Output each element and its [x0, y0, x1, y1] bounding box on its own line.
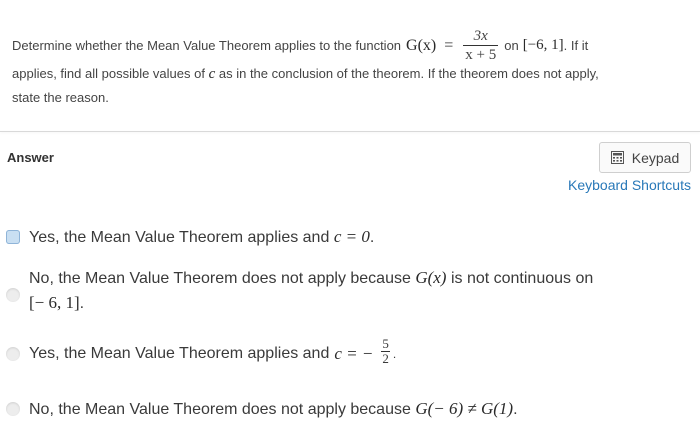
- option-2-label-after: is not continuous on: [450, 270, 594, 287]
- after-interval: . If it: [563, 37, 589, 53]
- section-divider: [0, 131, 700, 132]
- question-prefix: Determine whether the Mean Value Theorem…: [12, 37, 402, 53]
- answer-label: Answer: [7, 150, 54, 165]
- option-3-numerator: 5: [382, 336, 389, 351]
- option-4-math: G(− 6) ≠ G(1): [415, 399, 514, 418]
- function-name: G(x): [406, 36, 437, 54]
- interval: [−6, 1]: [522, 36, 564, 53]
- function-numerator: 3x: [473, 27, 488, 44]
- function-denominator: x + 5: [463, 44, 499, 63]
- keypad-button[interactable]: Keypad: [599, 142, 691, 173]
- question-prompt: Determine whether the Mean Value Theorem…: [12, 28, 688, 109]
- on-word: on: [504, 37, 519, 53]
- option-4-trailing: .: [513, 401, 518, 418]
- answer-option-2[interactable]: No, the Mean Value Theorem does not appl…: [6, 266, 593, 316]
- option-4-text: No, the Mean Value Theorem does not appl…: [29, 397, 518, 422]
- question-line-1: Determine whether the Mean Value Theorem…: [12, 27, 688, 63]
- option-3-text: Yes, the Mean Value Theorem applies and …: [29, 337, 397, 368]
- option-2-trailing: .: [79, 295, 85, 312]
- answer-option-4[interactable]: No, the Mean Value Theorem does not appl…: [6, 397, 518, 422]
- option-1-radio[interactable]: [6, 230, 20, 244]
- option-2-label: No, the Mean Value Theorem does not appl…: [29, 270, 411, 287]
- keyboard-shortcuts-link[interactable]: Keyboard Shortcuts: [568, 177, 691, 193]
- c-variable: c: [208, 66, 216, 82]
- answer-option-1[interactable]: Yes, the Mean Value Theorem applies and …: [6, 225, 374, 250]
- answer-option-3[interactable]: Yes, the Mean Value Theorem applies and …: [6, 337, 397, 368]
- option-2-radio[interactable]: [6, 288, 20, 302]
- option-2-text: No, the Mean Value Theorem does not appl…: [29, 266, 593, 316]
- option-4-label: No, the Mean Value Theorem does not appl…: [29, 401, 411, 418]
- option-3-fraction: 5 2: [381, 337, 390, 366]
- option-1-trailing: .: [369, 229, 375, 246]
- option-3-math: c = −: [334, 343, 374, 363]
- question-line-2: applies, find all possible values of c a…: [12, 62, 688, 86]
- option-4-radio[interactable]: [6, 402, 20, 416]
- option-1-text: Yes, the Mean Value Theorem applies and …: [29, 225, 374, 250]
- option-3-label: Yes, the Mean Value Theorem applies and: [29, 344, 330, 362]
- option-3-radio[interactable]: [6, 347, 20, 361]
- option-3-denominator: 2: [381, 351, 390, 366]
- equals-sign: =: [444, 36, 454, 54]
- function-fraction: 3x x + 5: [463, 27, 499, 63]
- question-line-2-start: applies, find all possible values of: [12, 66, 205, 81]
- calculator-icon: [610, 151, 624, 164]
- keypad-label: Keypad: [631, 149, 680, 166]
- option-1-math: c = 0: [333, 227, 370, 246]
- question-line-3: state the reason.: [12, 90, 109, 105]
- option-3-trailing: .: [392, 346, 397, 361]
- question-line-2-rest: as in the conclusion of the theorem. If …: [218, 66, 599, 81]
- option-2-math: G(x): [415, 268, 447, 287]
- option-1-label: Yes, the Mean Value Theorem applies and: [29, 229, 330, 246]
- option-2-interval: [− 6, 1]: [29, 293, 80, 312]
